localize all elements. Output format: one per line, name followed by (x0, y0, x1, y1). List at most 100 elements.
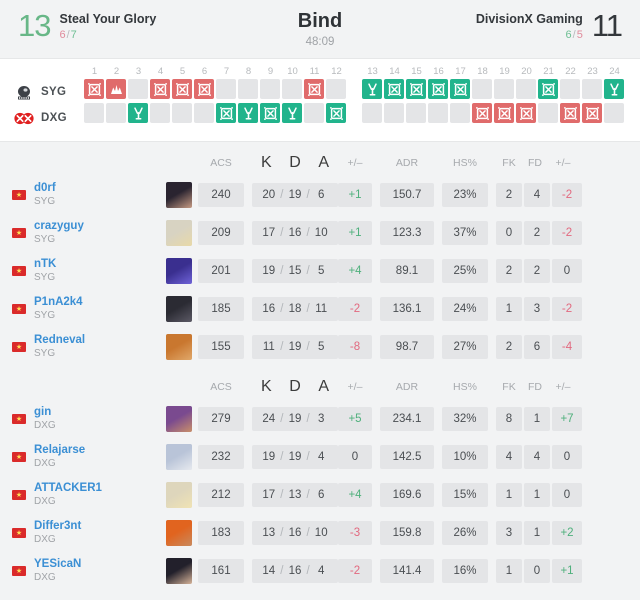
stat-kda: 13/16/10 (252, 521, 338, 545)
round-column[interactable]: 21 (538, 65, 559, 127)
stat-deaths: 19 (288, 451, 302, 463)
round-column[interactable]: 23 (582, 65, 603, 127)
player-name[interactable]: YESicaN (34, 558, 81, 571)
player-name[interactable]: Relajarse (34, 444, 85, 457)
player-name[interactable]: ATTACKER1 (34, 482, 102, 495)
round-result-syg-empty (238, 79, 258, 99)
stat-first-kills: 2 (496, 183, 522, 207)
player-identity[interactable]: ★ YESicaN DXG (12, 558, 160, 584)
round-result-dxg-empty (84, 103, 104, 123)
player-identity[interactable]: ★ ATTACKER1 DXG (12, 482, 160, 508)
round-column[interactable]: 24 (604, 65, 625, 127)
stat-kda: 20/19/6 (252, 183, 338, 207)
left-team-name[interactable]: Steal Your Glory (59, 12, 156, 26)
stat-acs: 232 (198, 445, 244, 469)
player-name[interactable]: gin (34, 406, 56, 419)
round-column[interactable]: 4 (150, 65, 171, 127)
round-column[interactable]: 18 (472, 65, 493, 127)
round-result-dxg-win (516, 103, 536, 123)
player-row[interactable]: ★ YESicaN DXG 161 14/16/4 -2 141.4 16% 1 0 +1 (12, 552, 628, 590)
stat-adr: 141.4 (380, 559, 434, 583)
stat-kills: 20 (262, 189, 276, 201)
round-result-syg-empty (216, 79, 236, 99)
player-identity[interactable]: ★ crazyguy SYG (12, 220, 160, 246)
rounds-label-dxg-text: DXG (41, 112, 67, 124)
round-column[interactable]: 6 (194, 65, 215, 127)
round-result-syg-win (450, 79, 470, 99)
player-name[interactable]: P1nA2k4 (34, 296, 83, 309)
player-name[interactable]: nTK (34, 258, 56, 271)
round-result-syg-empty (582, 79, 602, 99)
round-column[interactable]: 22 (560, 65, 581, 127)
round-result-dxg-win (494, 103, 514, 123)
stat-kd-diff: +1 (338, 221, 372, 245)
stat-kills: 17 (262, 227, 276, 239)
round-column[interactable]: 12 (326, 65, 347, 127)
player-row[interactable]: ★ Differ3nt DXG 183 13/16/10 -3 159.8 26% 3 1 +2 (12, 514, 628, 552)
round-column[interactable]: 16 (428, 65, 449, 127)
round-column[interactable]: 15 (406, 65, 427, 127)
player-name[interactable]: Differ3nt (34, 520, 81, 533)
player-identity[interactable]: ★ P1nA2k4 SYG (12, 296, 160, 322)
player-team-abbr: SYG (34, 272, 56, 283)
column-header-hs: HS% (453, 157, 477, 169)
player-name[interactable]: Redneval (34, 334, 85, 347)
round-result-dxg-win (260, 103, 280, 123)
right-team-name[interactable]: DivisionX Gaming (476, 12, 583, 26)
round-number: 15 (411, 66, 422, 77)
round-number: 24 (609, 66, 620, 77)
round-column[interactable]: 2 (106, 65, 127, 127)
player-identity[interactable]: ★ Relajarse DXG (12, 444, 160, 470)
round-column[interactable]: 10 (282, 65, 303, 127)
player-identity[interactable]: ★ nTK SYG (12, 258, 160, 284)
round-column[interactable]: 14 (384, 65, 405, 127)
player-row[interactable]: ★ nTK SYG 201 19/15/5 +4 89.1 25% 2 2 0 (12, 252, 628, 290)
round-number: 14 (389, 66, 400, 77)
player-row[interactable]: ★ crazyguy SYG 209 17/16/10 +1 123.3 37% 0 2 -2 (12, 214, 628, 252)
stat-first-deaths: 6 (524, 335, 550, 359)
stat-adr: 150.7 (380, 183, 434, 207)
round-result-dxg-win (326, 103, 346, 123)
column-header-d: D (289, 378, 301, 395)
round-column[interactable]: 1 (84, 65, 105, 127)
round-column[interactable]: 17 (450, 65, 471, 127)
stat-assists: 10 (314, 527, 328, 539)
agent-cell (160, 520, 198, 546)
player-identity[interactable]: ★ gin DXG (12, 406, 160, 432)
round-column[interactable]: 7 (216, 65, 237, 127)
player-row[interactable]: ★ Redneval SYG 155 11/19/5 -8 98.7 27% 2 6 -4 (12, 328, 628, 366)
player-row[interactable]: ★ Relajarse DXG 232 19/19/4 0 142.5 10% 4 4 0 (12, 438, 628, 476)
stat-acs: 185 (198, 297, 244, 321)
round-result-dxg-win (282, 103, 302, 123)
player-identity[interactable]: ★ Differ3nt DXG (12, 520, 160, 546)
player-identity[interactable]: ★ Redneval SYG (12, 334, 160, 360)
player-row[interactable]: ★ ATTACKER1 DXG 212 17/13/6 +4 169.6 15% 1 1 0 (12, 476, 628, 514)
round-column[interactable]: 3 (128, 65, 149, 127)
stats-header-row: ACS K D A +/– ADR HS% FK FD +/– (12, 374, 628, 400)
player-team-abbr: DXG (34, 458, 56, 469)
rounds-row-label-dxg: DXG (0, 107, 84, 129)
round-column[interactable]: 5 (172, 65, 193, 127)
player-identity[interactable]: ★ d0rf SYG (12, 182, 160, 208)
column-header-hs: HS% (453, 381, 477, 393)
stat-kills: 16 (262, 303, 276, 315)
player-row[interactable]: ★ P1nA2k4 SYG 185 16/18/11 -2 136.1 24% 1 3 -2 (12, 290, 628, 328)
round-column[interactable]: 11 (304, 65, 325, 127)
stat-assists: 5 (318, 341, 325, 353)
round-column[interactable]: 8 (238, 65, 259, 127)
stat-headshot-pct: 16% (442, 559, 488, 583)
round-number: 2 (113, 66, 120, 77)
round-column[interactable]: 9 (260, 65, 281, 127)
player-row[interactable]: ★ d0rf SYG 240 20/19/6 +1 150.7 23% 2 4 -2 (12, 176, 628, 214)
player-name[interactable]: crazyguy (34, 220, 84, 233)
stat-first-kills: 1 (496, 483, 522, 507)
player-name[interactable]: d0rf (34, 182, 56, 195)
vietnam-flag-icon: ★ (12, 266, 26, 276)
player-row[interactable]: ★ gin DXG 279 24/19/3 +5 234.1 32% 8 1 +7 (12, 400, 628, 438)
round-column[interactable]: 20 (516, 65, 537, 127)
round-column[interactable]: 13 (362, 65, 383, 127)
round-column[interactable]: 19 (494, 65, 515, 127)
stat-kills: 14 (262, 565, 276, 577)
round-result-syg-win (538, 79, 558, 99)
stat-fk-diff: +1 (552, 559, 582, 583)
